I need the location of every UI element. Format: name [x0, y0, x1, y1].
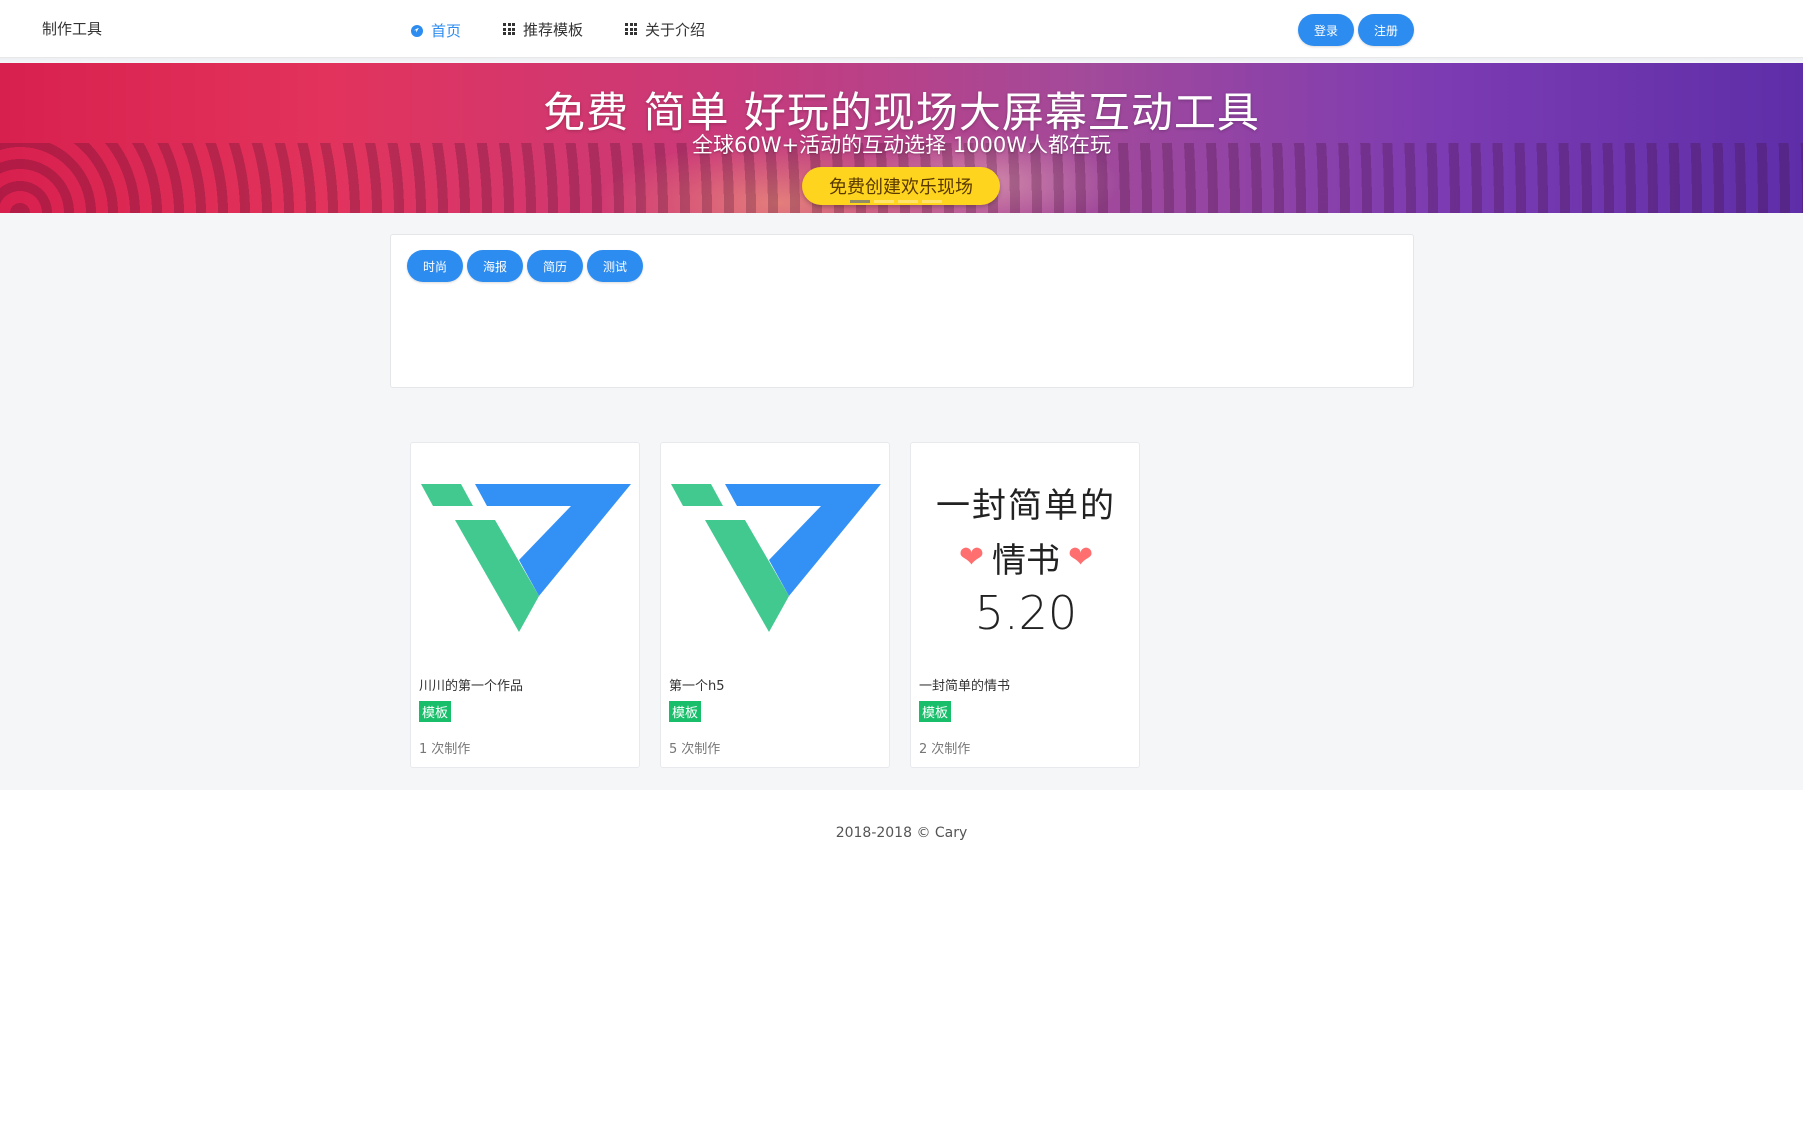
- card-thumbnail: [661, 443, 891, 668]
- grid-icon: [625, 23, 638, 35]
- template-badge: 模板: [419, 701, 452, 722]
- tag-test[interactable]: 测试: [587, 250, 644, 282]
- love-letter-graphic: 一封简单的 ❤ 情书 ❤ 5.20: [911, 472, 1141, 640]
- template-badge: 模板: [669, 701, 702, 722]
- nav-item-templates[interactable]: 推荐模板: [482, 0, 604, 58]
- card-title: 一封简单的情书: [919, 679, 1011, 694]
- carousel-dot[interactable]: [898, 200, 918, 203]
- usage-count: 2 次制作: [919, 742, 971, 757]
- category-tags: 时尚 海报 简历 测试: [407, 250, 644, 282]
- letter-line-3: 5.20: [974, 585, 1078, 640]
- compass-icon: [411, 24, 423, 37]
- tag-poster[interactable]: 海报: [467, 250, 524, 282]
- tag-resume[interactable]: 简历: [527, 250, 584, 282]
- letter-line-1: 一封简单的: [936, 485, 1116, 526]
- heart-icon: ❤: [1068, 539, 1094, 575]
- nav-item-label: 关于介绍: [645, 20, 706, 39]
- tag-fashion[interactable]: 时尚: [407, 250, 464, 282]
- register-button[interactable]: 注册: [1358, 14, 1415, 46]
- card-thumbnail: [411, 443, 641, 668]
- grid-icon: [503, 23, 516, 35]
- carousel-indicators: [850, 200, 942, 203]
- nav-item-label: 首页: [431, 22, 462, 40]
- carousel-dot[interactable]: [874, 200, 894, 203]
- template-cards: 川川的第一个作品 模板 1 次制作 第一个h5 模板 5 次制作 一封简单的 ❤ 情…: [410, 442, 1140, 768]
- auth-buttons: 登录 注册: [1298, 14, 1415, 46]
- carousel-dot[interactable]: [850, 200, 870, 203]
- banner-subtitle: 全球60W+活动的互动选择 1000W人都在玩: [692, 133, 1111, 157]
- main-nav: 首页 推荐模板 关于介绍: [390, 0, 726, 61]
- usage-count: 5 次制作: [669, 742, 721, 757]
- v-logo-icon: [671, 483, 881, 632]
- heart-icon: ❤: [958, 539, 984, 575]
- usage-count: 1 次制作: [419, 742, 471, 757]
- v-logo-icon: [421, 483, 631, 632]
- nav-item-about[interactable]: 关于介绍: [604, 0, 726, 58]
- card-title: 川川的第一个作品: [419, 679, 524, 694]
- brand-title[interactable]: 制作工具: [42, 18, 102, 39]
- letter-line-2: ❤ 情书 ❤: [958, 539, 1094, 581]
- nav-item-label: 推荐模板: [523, 20, 584, 39]
- template-card[interactable]: 一封简单的 ❤ 情书 ❤ 5.20 一封简单的情书 模板 2 次制作: [910, 442, 1140, 768]
- login-button[interactable]: 登录: [1298, 14, 1355, 46]
- nav-item-home[interactable]: 首页: [390, 0, 483, 61]
- top-header: 制作工具 首页 推荐模板 关于介绍 登录 注册: [0, 0, 1803, 61]
- hero-banner: 免费 简单 好玩的现场大屏幕互动工具 全球60W+活动的互动选择 1000W人都…: [0, 63, 1803, 213]
- category-panel: 时尚 海报 简历 测试: [390, 234, 1414, 388]
- template-badge: 模板: [919, 701, 952, 722]
- copyright-text: 2018-2018 © Cary: [835, 825, 968, 841]
- template-card[interactable]: 第一个h5 模板 5 次制作: [660, 442, 890, 768]
- card-thumbnail: 一封简单的 ❤ 情书 ❤ 5.20: [911, 443, 1141, 668]
- card-title: 第一个h5: [669, 679, 725, 694]
- page-footer: 2018-2018 © Cary: [0, 790, 1803, 841]
- template-card[interactable]: 川川的第一个作品 模板 1 次制作: [410, 442, 640, 768]
- carousel-dot[interactable]: [922, 200, 942, 203]
